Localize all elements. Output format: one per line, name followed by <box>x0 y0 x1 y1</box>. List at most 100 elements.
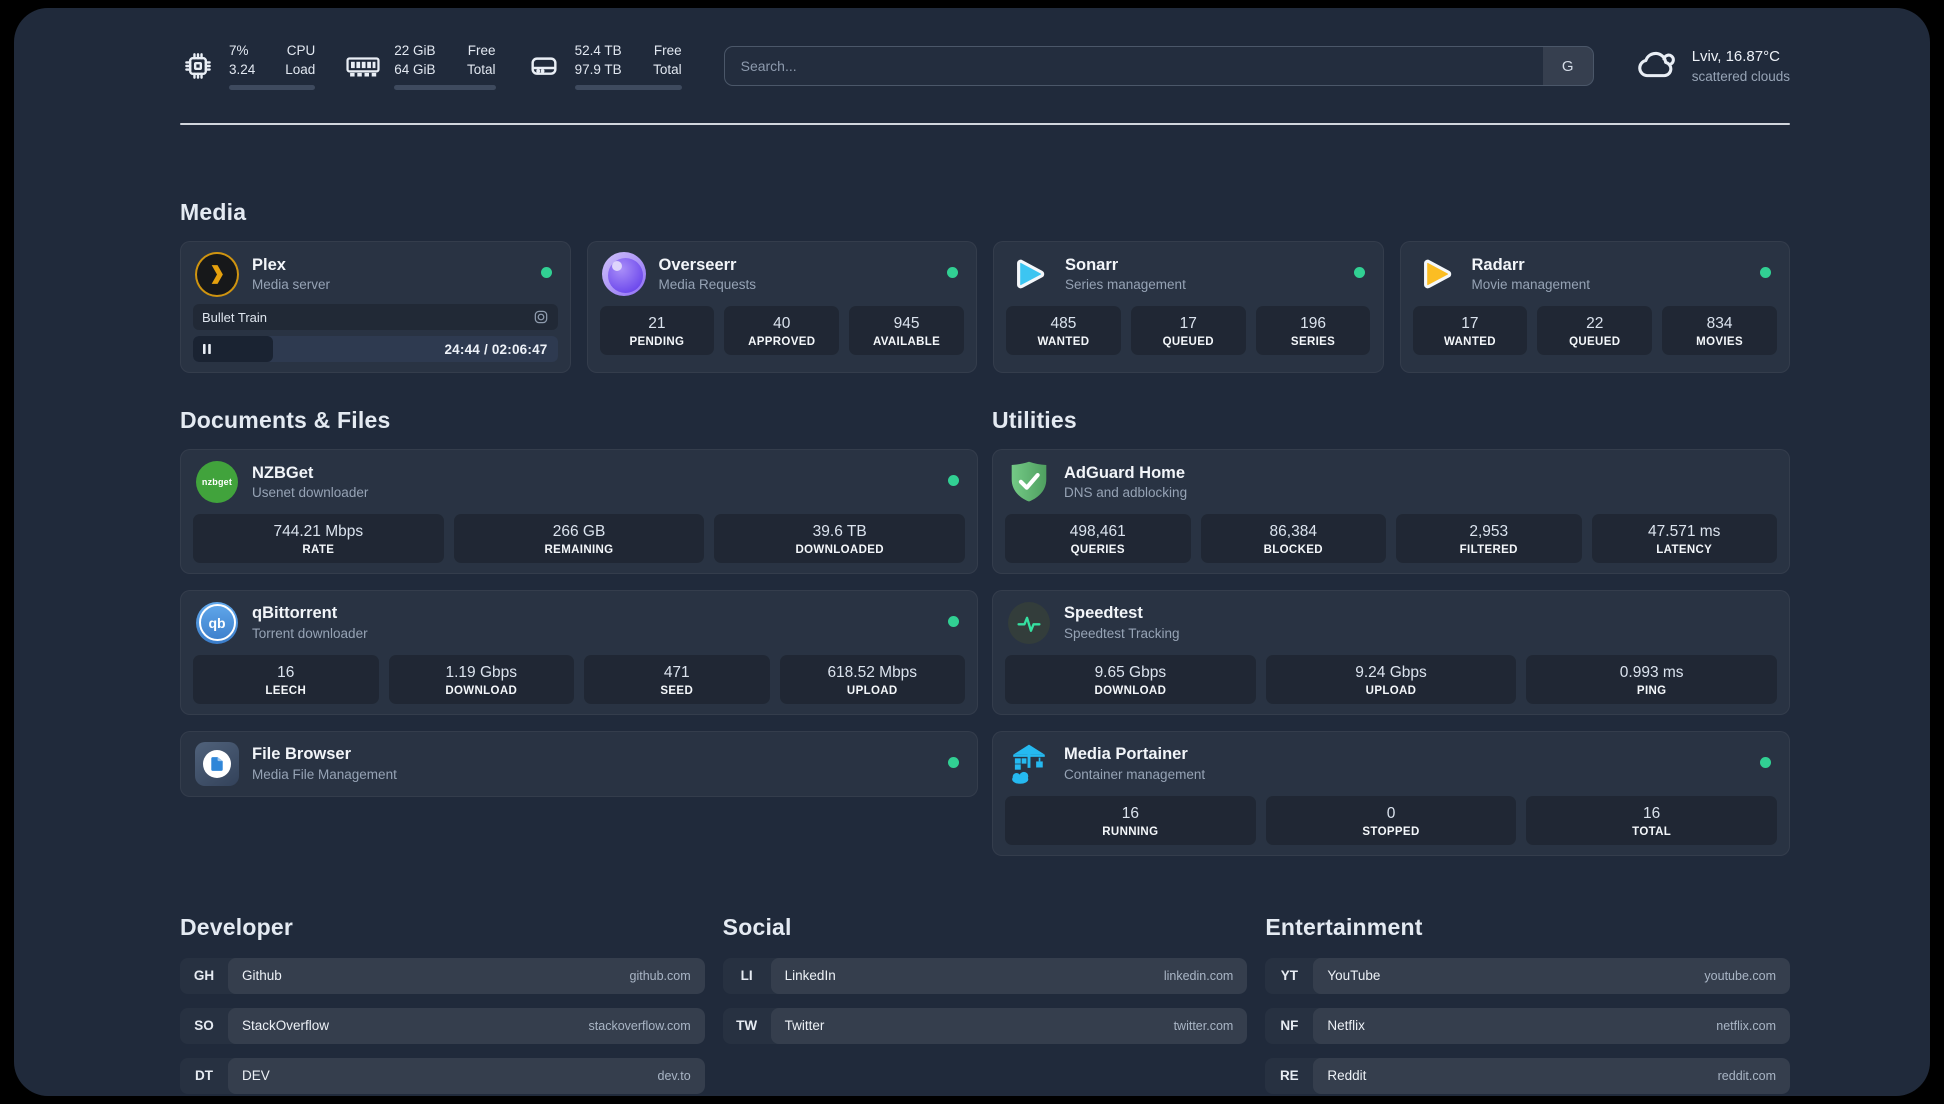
bookmark-netflix[interactable]: NF Netflix netflix.com <box>1265 1007 1790 1044</box>
bookmark-domain: stackoverflow.com <box>588 1018 691 1033</box>
service-text: Radarr Movie management <box>1472 255 1591 294</box>
bookmark-abbr: YT <box>1280 968 1298 984</box>
service-link-qbittorrent[interactable]: qb qBittorrent Torrent downloader <box>193 601 965 645</box>
stat-value: 21 <box>648 315 666 332</box>
bookmark-reddit[interactable]: RE Reddit reddit.com <box>1265 1057 1790 1094</box>
stat-label: QUEUED <box>1569 335 1621 348</box>
playback-progress-bar: 24:44 / 02:06:47 <box>193 336 558 362</box>
service-description: Series management <box>1065 276 1186 292</box>
stat-label: SEED <box>660 684 694 697</box>
status-online-dot <box>1353 267 1365 278</box>
bookmark-twitter[interactable]: TW Twitter twitter.com <box>723 1007 1248 1044</box>
service-description: Usenet downloader <box>252 484 369 500</box>
stat-block-download: 9.65 Gbps DOWNLOAD <box>1005 654 1256 704</box>
bookmark-dev[interactable]: DT DEV dev.to <box>180 1057 705 1094</box>
service-text: Sonarr Series management <box>1065 255 1186 294</box>
stat-block-blocked: 86,384 BLOCKED <box>1200 514 1386 563</box>
stat-label: PING <box>1636 684 1667 697</box>
service-name: NZBGet <box>252 463 314 482</box>
top-bar: 7% 3.24 CPU Load 22 GiB 64 GiB Free Tota… <box>180 38 1790 94</box>
resource-value: 22 GiB <box>394 43 436 59</box>
stat-value: 0.993 ms <box>1619 663 1684 681</box>
service-stats: 9.65 Gbps DOWNLOAD 9.24 Gbps UPLOAD 0.99… <box>1005 654 1778 704</box>
service-name: Plex <box>252 255 286 274</box>
bookmark-abbr: SO <box>194 1018 214 1034</box>
stat-value: 16 <box>1643 804 1661 822</box>
search-input[interactable] <box>724 47 1543 85</box>
status-online-dot <box>1760 756 1771 768</box>
stat-value: 86,384 <box>1269 523 1317 540</box>
stat-block-remaining: 266 GB REMAINING <box>453 514 705 563</box>
service-link-media-portainer[interactable]: Media Portainer Container management <box>1005 742 1777 786</box>
service-link-plex[interactable]: Plex Media server <box>193 251 558 297</box>
stat-block-approved: 40 APPROVED <box>724 306 840 355</box>
stat-label: WANTED <box>1037 335 1090 348</box>
speedtest-icon <box>1007 601 1051 645</box>
qbittorrent-icon: qb <box>195 601 239 645</box>
bookmark-group-social: Social LI LinkedIn linkedin.com TW Twitte… <box>723 912 1248 1096</box>
stat-value: 40 <box>773 315 791 332</box>
stat-label: MOVIES <box>1696 335 1743 348</box>
service-link-speedtest[interactable]: Speedtest Speedtest Tracking <box>1005 601 1777 645</box>
resource-value: 52.4 TB <box>574 43 622 59</box>
service-link-overseerr[interactable]: Overseerr Media Requests <box>600 252 965 296</box>
stat-value: 0 <box>1386 804 1396 822</box>
service-link-radarr[interactable]: Radarr Movie management <box>1413 252 1778 296</box>
stat-block-wanted: 485 WANTED <box>1006 306 1121 355</box>
service-name: Sonarr <box>1065 255 1119 274</box>
stat-block-latency: 47.571 ms LATENCY <box>1591 514 1777 563</box>
bookmark-abbr: RE <box>1279 1068 1299 1084</box>
bookmark-group-entertainment: Entertainment YT YouTube youtube.com NF N… <box>1265 912 1790 1096</box>
stat-value: 39.6 TB <box>812 523 867 540</box>
stat-label: APPROVED <box>748 335 816 348</box>
bookmark-youtube[interactable]: YT YouTube youtube.com <box>1265 957 1790 994</box>
resource-label: Total <box>467 62 496 77</box>
stat-block-pending: 21 PENDING <box>599 306 715 355</box>
search-provider-button[interactable]: G <box>1542 47 1593 85</box>
stat-block-filtered: 2,953 FILTERED <box>1396 514 1582 563</box>
service-card-overseerr: Overseerr Media Requests 21 PENDING 40 A… <box>586 241 977 373</box>
status-online-dot <box>540 267 552 278</box>
stat-value: 17 <box>1461 315 1479 332</box>
resource-label: CPU <box>286 43 316 59</box>
service-link-nzbget[interactable]: nzbget NZBGet Usenet downloader <box>193 460 965 504</box>
stat-label: AVAILABLE <box>872 335 941 348</box>
service-name: Speedtest <box>1064 604 1143 623</box>
status-online-dot <box>948 756 959 768</box>
stat-label: RATE <box>302 543 335 556</box>
stat-label: FILTERED <box>1459 543 1518 556</box>
media-player-widget: Bullet Train 24:44 / 02:06:47 <box>193 304 558 362</box>
service-link-file-browser[interactable]: File Browser Media File Management <box>193 741 965 786</box>
bookmarks-section: Developer GH Github github.com SO StackOv… <box>180 912 1790 1096</box>
bookmark-pill: DEV dev.to <box>228 1057 705 1094</box>
bookmark-linkedin[interactable]: LI LinkedIn linkedin.com <box>723 957 1248 994</box>
media-section: Plex Media server Bullet Train 24:44 / 0… <box>180 241 1790 373</box>
service-stats: 498,461 QUERIES 86,384 BLOCKED 2,953 FIL… <box>1005 514 1777 563</box>
resource-value: 64 GiB <box>394 62 436 77</box>
resource-label: Free <box>467 43 496 59</box>
service-text: qBittorrent Torrent downloader <box>252 603 368 642</box>
bookmark-abbr: DT <box>195 1068 213 1084</box>
bookmark-github[interactable]: GH Github github.com <box>180 957 705 994</box>
resource-widgets: 7% 3.24 CPU Load 22 GiB 64 GiB Free Tota… <box>180 42 712 90</box>
service-link-sonarr[interactable]: Sonarr Series management <box>1006 252 1371 296</box>
stat-block-queued: 22 QUEUED <box>1537 306 1653 355</box>
service-description: Container management <box>1064 766 1206 782</box>
bookmark-domain: dev.to <box>657 1068 691 1083</box>
portainer-icon <box>1007 742 1051 786</box>
service-card-radarr: Radarr Movie management 17 WANTED 22 QUE… <box>1399 241 1790 373</box>
stat-label: TOTAL <box>1632 825 1672 838</box>
bookmark-stackoverflow[interactable]: SO StackOverflow stackoverflow.com <box>180 1007 705 1044</box>
bookmark-name: Netflix <box>1327 1018 1365 1034</box>
stat-block-upload: 9.24 Gbps UPLOAD <box>1265 654 1517 704</box>
stat-block-rate: 744.21 Mbps RATE <box>193 514 444 563</box>
bookmark-pill: StackOverflow stackoverflow.com <box>228 1007 705 1044</box>
stat-label: DOWNLOAD <box>1094 684 1167 697</box>
service-card-media-portainer: Media Portainer Container management 16 … <box>992 730 1790 856</box>
stat-label: BLOCKED <box>1263 543 1323 556</box>
stat-block-series: 196 SERIES <box>1255 306 1371 355</box>
service-link-adguard-home[interactable]: AdGuard Home DNS and adblocking <box>1005 460 1777 504</box>
stat-value: 266 GB <box>552 523 606 540</box>
stat-value: 485 <box>1050 315 1077 332</box>
stat-block-upload: 618.52 Mbps UPLOAD <box>779 654 965 704</box>
